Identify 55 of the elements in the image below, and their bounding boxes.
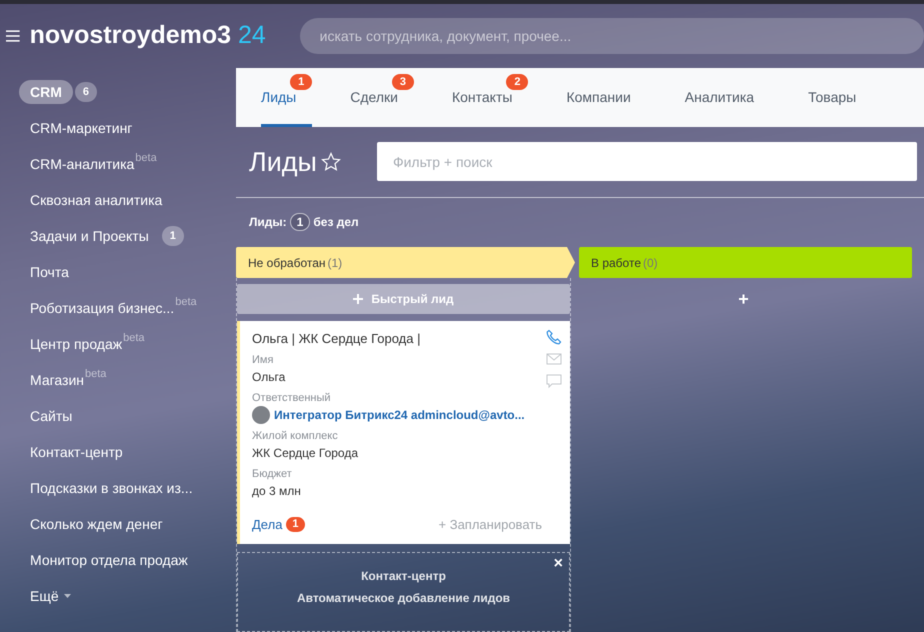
- tab[interactable]: Лиды 1: [261, 68, 312, 127]
- counter-badge: 1: [286, 516, 305, 532]
- tab[interactable]: Компании: [566, 68, 647, 127]
- field-label: Имя: [252, 352, 274, 366]
- card-title: Ольга | ЖК Сердце Города |: [252, 330, 422, 348]
- field-label: Бюджет: [252, 466, 293, 480]
- column-header: Не обработан (1): [236, 247, 575, 278]
- field-value: до 3 млн: [252, 482, 302, 500]
- sidebar-item[interactable]: Задачи и Проекты: [19, 224, 160, 248]
- beta-tag: beta: [123, 330, 145, 346]
- field-label: Ответственный: [252, 390, 332, 404]
- plus-icon: [353, 294, 364, 304]
- beta-tag: beta: [135, 150, 157, 166]
- lead-card[interactable]: Ольга | ЖК Сердце Города | Имя Ольга Ответственный Интегратор Битрикс24 admincloud@avto... Жилой комплекс ЖК Сердце Города Бюджет до 3 млн Дела 1 + Запланировать: [237, 321, 570, 544]
- phone-icon[interactable]: [546, 329, 562, 345]
- sidebar-item[interactable]: Почта: [19, 260, 80, 284]
- beta-tag: beta: [85, 366, 106, 382]
- sidebar-item[interactable]: Подсказки в звонках из...: [19, 476, 204, 500]
- filter-field[interactable]: Фильтр + поиск: [376, 142, 917, 182]
- promo-title: Контакт-центр: [360, 568, 447, 585]
- tab[interactable]: Аналитика: [684, 68, 770, 127]
- field-value: Ольга: [252, 368, 286, 386]
- field-label: Жилой комплекс: [252, 428, 339, 442]
- column-header: В работе (0): [579, 247, 912, 278]
- quick-add-button[interactable]: +: [579, 284, 908, 314]
- summary-label: Лиды:: [249, 214, 287, 232]
- tab[interactable]: Контакты 2: [452, 68, 528, 127]
- counter-badge: 2: [506, 74, 528, 90]
- activities-link[interactable]: Дела: [252, 514, 282, 534]
- counter-badge: 6: [74, 82, 98, 102]
- counter-badge: 1: [162, 226, 184, 246]
- sidebar-item[interactable]: Сайты: [19, 404, 84, 428]
- promo-subtitle: Автоматическое добавление лидов: [296, 590, 512, 607]
- page-title: Лиды: [249, 146, 317, 179]
- logo[interactable]: novostroydemo3 24: [30, 17, 300, 55]
- star-icon[interactable]: [320, 152, 341, 172]
- sidebar-item[interactable]: CRM-маркетинг: [19, 116, 144, 140]
- tab[interactable]: Сделки 3: [350, 68, 414, 127]
- sidebar-item[interactable]: CRM: [19, 80, 73, 104]
- user-link[interactable]: Интегратор Битрикс24 admincloud@avto...: [274, 408, 525, 422]
- summary-text: без дел: [313, 214, 359, 232]
- counter-badge: 1: [290, 74, 312, 90]
- sidebar-item[interactable]: Сквозная аналитика: [19, 188, 174, 212]
- close-button[interactable]: ×: [554, 555, 563, 573]
- counter-badge: 3: [392, 74, 414, 90]
- counter-badge: 1: [290, 213, 310, 232]
- beta-tag: beta: [175, 294, 197, 310]
- tab[interactable]: Товары: [808, 68, 872, 127]
- menu-icon[interactable]: [6, 30, 20, 42]
- sidebar-item[interactable]: Ещё: [19, 584, 70, 608]
- sidebar-item[interactable]: Сколько ждем денег: [19, 512, 174, 536]
- sidebar-item[interactable]: Контакт-центр: [19, 440, 134, 464]
- sidebar-item[interactable]: Монитор отдела продаж: [19, 548, 199, 572]
- field-value: ЖК Сердце Города: [252, 444, 360, 462]
- user-avatar: [252, 406, 270, 424]
